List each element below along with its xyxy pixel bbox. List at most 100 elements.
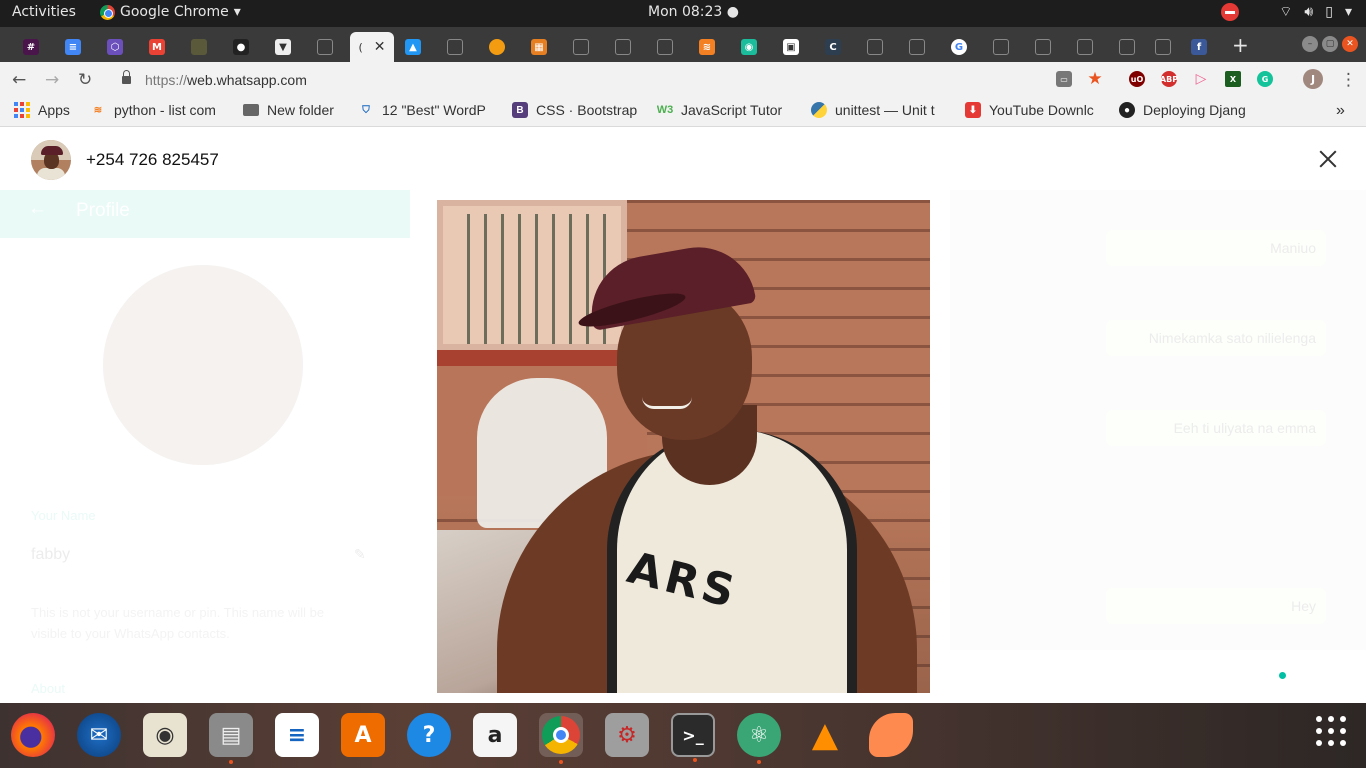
tab-blank-12[interactable] [1110,32,1144,62]
orange-app-icon[interactable] [869,713,913,757]
tab-grid[interactable]: ▦ [522,32,556,62]
maximize-button[interactable]: ▢ [1322,36,1338,52]
bookmark-youtube-downloader[interactable]: ⬇ YouTube Downlc [965,102,1105,118]
extension-icon[interactable]: ▷ [1193,71,1209,87]
tab-blank-1[interactable] [182,32,216,62]
tab-hex[interactable]: ⬡ [98,32,132,62]
minimize-button[interactable]: – [1302,36,1318,52]
do-not-disturb-icon[interactable] [1221,3,1240,21]
download-icon: ⬇ [965,102,981,118]
wifi-icon: ⌔ [1279,4,1293,20]
cast-icon[interactable]: ▭ [1056,71,1072,87]
show-applications-button[interactable] [1316,716,1346,746]
amazon-icon[interactable]: a [473,713,517,757]
bookmark-deploying-django[interactable]: ● Deploying Djang [1119,102,1259,118]
system-top-bar: Activities Google Chrome ▾ Mon 08:23 ● ⌔… [0,0,1366,27]
url-text[interactable]: https://web.whatsapp.com [145,72,307,88]
page-icon [867,39,883,55]
tab-images[interactable]: ▲ [396,32,430,62]
tab-blank-7[interactable] [858,32,892,62]
software-center-icon[interactable]: A [341,713,385,757]
whatsapp-web-page: ← Profile Your Name fabby ✎ This is not … [0,128,1366,703]
help-icon[interactable]: ? [407,713,451,757]
bookmark-wordpress[interactable]: ⛉ 12 "Best" WordP [358,102,498,118]
folder-icon [243,104,259,116]
tab-stackoverflow[interactable]: ≋ [690,32,724,62]
rhythmbox-icon[interactable]: ◉ [143,713,187,757]
page-icon [1119,39,1135,55]
tab-facebook[interactable]: f [1182,32,1216,62]
ublock-icon[interactable]: uO [1129,71,1145,87]
vlc-icon[interactable]: ▲ [803,713,847,757]
adblock-icon[interactable]: ABP [1160,71,1178,87]
writer-icon[interactable]: ≡ [275,713,319,757]
tab-tool[interactable]: ▼ [266,32,300,62]
bookmark-label: 12 "Best" WordP [382,102,486,118]
tab-blank-5[interactable] [606,32,640,62]
bookmark-unittest[interactable]: unittest — Unit t [811,102,951,118]
files-icon[interactable]: ▤ [209,713,253,764]
excel-icon[interactable]: X [1225,71,1241,87]
bookmarks-overflow-button[interactable]: » [1336,102,1345,120]
apps-grid-icon [14,102,30,118]
profile-photo-full: ARS [437,200,930,693]
bookmark-label: Deploying Djang [1143,102,1246,118]
contact-avatar[interactable] [31,140,71,180]
tab-slack[interactable]: # [14,32,48,62]
firefox-icon[interactable] [11,713,55,757]
contact-number[interactable]: +254 726 825457 [86,150,219,170]
system-tray[interactable]: ⌔ 🔊︎ ▯ ▾ [1221,3,1352,21]
tab-blank-13[interactable] [1146,32,1180,62]
back-button[interactable]: ← [12,70,26,90]
reload-button[interactable]: ↻ [78,70,92,90]
bookmark-apps[interactable]: Apps [14,102,70,118]
tab-whatsapp-active[interactable]: ( ✕ [350,32,394,62]
app-menu[interactable]: Google Chrome ▾ [100,4,241,20]
tab-docs[interactable]: ≡ [56,32,90,62]
grid-icon: ▦ [531,39,547,55]
bookmark-python-list[interactable]: ≋ python - list com [90,102,230,118]
star-icon[interactable]: ★ [1087,69,1103,89]
tab-blank-4[interactable] [564,32,598,62]
address-bar[interactable]: https://web.whatsapp.com [110,66,1070,94]
bookmark-javascript[interactable]: W3 JavaScript Tutor [657,102,797,118]
tab-c[interactable]: C [816,32,850,62]
google-icon: G [951,39,967,55]
chevron-down-icon: ▾ [1344,4,1352,20]
activities-button[interactable]: Activities [12,4,76,20]
chrome-menu-button[interactable]: ⋮ [1340,70,1357,90]
page-icon [993,39,1009,55]
clock-label: Mon 08:23 [648,4,723,20]
terminal-icon[interactable]: >_ [671,713,715,762]
tab-close-icon[interactable]: ✕ [374,39,386,55]
profile-avatar[interactable]: J [1303,69,1323,89]
forward-button[interactable]: → [45,70,59,90]
tab-blank-2[interactable] [308,32,342,62]
tab-blank-8[interactable] [900,32,934,62]
tab-google[interactable]: G [942,32,976,62]
grammarly-icon[interactable]: G [1257,71,1273,87]
tab-green[interactable]: ◉ [732,32,766,62]
tab-blank-3[interactable] [438,32,472,62]
thunderbird-icon[interactable]: ✉ [77,713,121,757]
tab-gmail[interactable]: M [140,32,174,62]
chrome-icon[interactable] [539,713,583,764]
atom-icon[interactable]: ⚛ [737,713,781,764]
notification-dot-icon: ● [726,4,739,20]
close-viewer-button[interactable] [1317,148,1339,170]
tab-strip: # ≡ ⬡ M ● ▼ ( ✕ ▲ ▦ ≋ ◉ ▣ C G f [0,27,1366,62]
bookmark-new-folder[interactable]: New folder [243,102,334,118]
tab-blank-9[interactable] [984,32,1018,62]
clock[interactable]: Mon 08:23 ● [648,4,739,20]
tab-blank-11[interactable] [1068,32,1102,62]
tab-blank-6[interactable] [648,32,682,62]
tab-github[interactable]: ● [224,32,258,62]
tab-card[interactable]: ▣ [774,32,808,62]
bookmark-label: unittest — Unit t [835,102,935,118]
close-window-button[interactable]: ✕ [1342,36,1358,52]
tab-blank-10[interactable] [1026,32,1060,62]
tab-orange[interactable] [480,32,514,62]
new-tab-button[interactable]: + [1232,33,1249,57]
bookmark-bootstrap[interactable]: B CSS · Bootstrap [512,102,637,118]
settings-icon[interactable]: ⚙ [605,713,649,757]
